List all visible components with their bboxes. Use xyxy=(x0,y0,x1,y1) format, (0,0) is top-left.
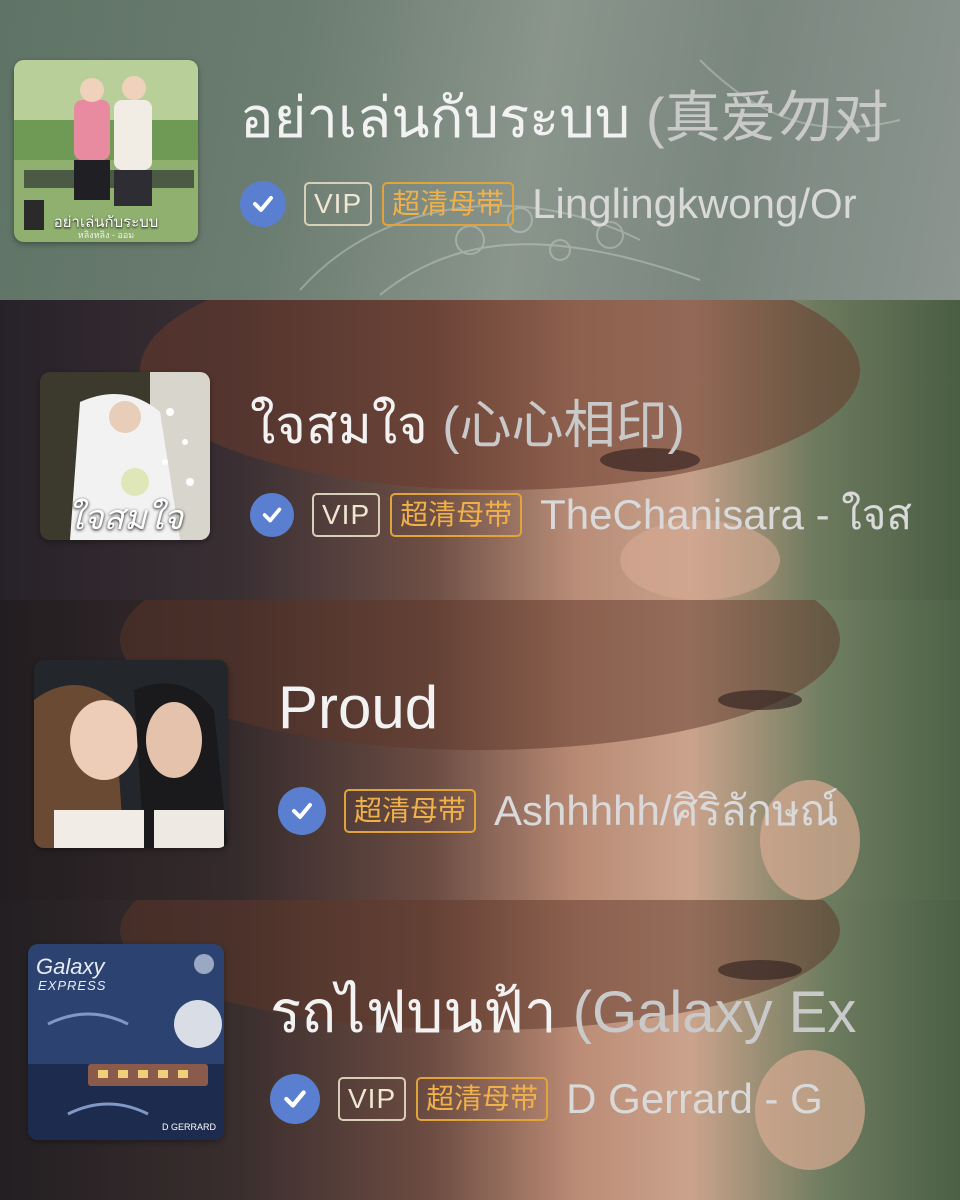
quality-badge: 超清母带 xyxy=(416,1077,549,1121)
check-icon xyxy=(270,1074,320,1124)
song-title-main: อย่าเล่นกับระบบ xyxy=(240,86,631,149)
song-title-main: รถไฟบนฟ้า xyxy=(270,980,557,1045)
song-title-main: ใจสมใจ xyxy=(250,397,428,455)
cover-title-2: EXPRESS xyxy=(38,978,107,993)
song-meta: VIP 超清母带 D Gerrard - G xyxy=(270,1074,823,1124)
cover-subtitle: หลิงหลิง - ออม xyxy=(77,230,135,240)
song-row[interactable]: Proud 超清母带 Ashhhhh/ศิริลักษณ์ xyxy=(0,600,960,900)
check-icon xyxy=(240,181,286,227)
quality-badge: 超清母带 xyxy=(390,493,523,537)
artist-name[interactable]: Ashhhhh/ศิริลักษณ์ xyxy=(494,778,839,844)
check-icon xyxy=(250,493,294,537)
vip-badge: VIP xyxy=(304,182,373,226)
cover-image xyxy=(34,660,228,848)
song-title: รถไฟบนฟ้า (Galaxy Ex xyxy=(270,984,856,1042)
album-cover[interactable] xyxy=(34,660,228,848)
quality-badge: 超清母带 xyxy=(382,182,515,226)
song-title: Proud xyxy=(278,678,438,738)
cover-title: Galaxy xyxy=(36,954,105,979)
song-title-sub: (心心相印) xyxy=(442,397,685,455)
album-cover[interactable]: ใจสมใจ xyxy=(40,372,210,540)
song-title: ใจสมใจ (心心相印) xyxy=(250,400,685,452)
quality-badge: 超清母带 xyxy=(344,789,477,833)
artist-name[interactable]: TheChanisara - ใจส xyxy=(540,482,912,548)
artist-name[interactable]: D Gerrard - G xyxy=(566,1075,823,1123)
song-meta: 超清母带 Ashhhhh/ศิริลักษณ์ xyxy=(278,778,839,844)
album-cover[interactable]: Galaxy EXPRESS D GERRARD xyxy=(28,944,224,1140)
cover-subtitle: D GERRARD xyxy=(161,1122,216,1132)
cover-title: ใจสมใจ xyxy=(66,499,184,537)
song-title-sub: (Galaxy Ex xyxy=(572,980,857,1045)
song-meta: VIP 超清母带 Linglingkwong/Or xyxy=(240,180,857,228)
vip-badge: VIP xyxy=(312,493,381,537)
song-title-sub: (真爱勿对 xyxy=(645,86,889,149)
song-meta: VIP 超清母带 TheChanisara - ใจส xyxy=(250,482,912,548)
song-row[interactable]: อย่าเล่นกับระบบ หลิงหลิง - ออม อย่าเล่นก… xyxy=(0,0,960,300)
album-cover[interactable]: อย่าเล่นกับระบบ หลิงหลิง - ออม xyxy=(14,60,198,242)
vip-badge: VIP xyxy=(338,1077,407,1121)
song-title: อย่าเล่นกับระบบ (真爱勿对 xyxy=(240,90,889,146)
check-icon xyxy=(278,787,326,835)
song-row[interactable]: Galaxy EXPRESS D GERRARD รถไฟบนฟ้า (Gala… xyxy=(0,900,960,1200)
artist-name[interactable]: Linglingkwong/Or xyxy=(532,180,857,228)
song-row[interactable]: ใจสมใจ ใจสมใจ (心心相印) VIP 超清母带 TheChanisa… xyxy=(0,300,960,600)
song-title-main: Proud xyxy=(278,674,439,741)
